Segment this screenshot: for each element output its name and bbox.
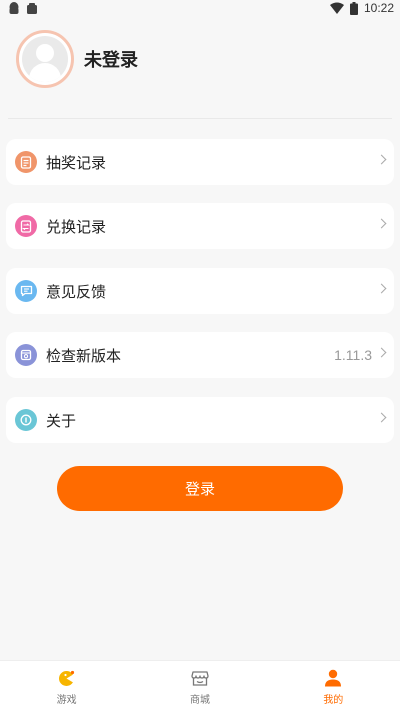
- profile-icon: [325, 669, 342, 687]
- version-check-icon: [15, 344, 37, 366]
- about-icon: [15, 409, 37, 431]
- tab-store[interactable]: 商城: [133, 661, 266, 710]
- qq-notification-icon: [9, 2, 19, 14]
- menu-item-label: 意见反馈: [46, 282, 107, 301]
- lottery-record-icon: [15, 151, 37, 173]
- login-button[interactable]: 登录: [57, 466, 343, 511]
- version-number: 1.11.3: [334, 347, 372, 363]
- menu-item-label: 关于: [46, 411, 77, 430]
- avatar-placeholder-icon: [22, 36, 68, 82]
- avatar[interactable]: [16, 30, 74, 88]
- store-icon: [191, 671, 209, 686]
- chevron-right-icon: [376, 347, 387, 358]
- tab-label: 我的: [323, 695, 344, 706]
- tab-label: 商城: [189, 695, 210, 706]
- menu-item-exchange-record[interactable]: 兑换记录: [6, 203, 394, 249]
- exchange-record-icon: [15, 215, 37, 237]
- menu-item-label: 检查新版本: [46, 346, 122, 365]
- menu-item-lottery-record[interactable]: 抽奖记录: [6, 139, 394, 185]
- divider: [8, 118, 392, 119]
- status-time: 10:22: [363, 1, 394, 15]
- status-bar: 10:22: [0, 0, 400, 18]
- chevron-right-icon: [376, 154, 387, 165]
- app-notification-icon: [27, 3, 37, 14]
- profile-name[interactable]: 未登录: [84, 46, 138, 72]
- tab-game[interactable]: 游戏: [0, 661, 133, 710]
- menu-item-check-version[interactable]: 检查新版本 1.11.3: [6, 332, 394, 378]
- menu-item-label: 抽奖记录: [46, 153, 107, 172]
- menu-item-feedback[interactable]: 意见反馈: [6, 268, 394, 314]
- menu-item-about[interactable]: 关于: [6, 397, 394, 443]
- tab-label: 游戏: [56, 695, 77, 706]
- feedback-icon: [15, 280, 37, 302]
- chevron-right-icon: [376, 218, 387, 229]
- wifi-icon: [329, 2, 344, 14]
- game-icon: [58, 670, 74, 686]
- status-notifications: [8, 2, 38, 15]
- chevron-right-icon: [376, 283, 387, 294]
- menu-item-label: 兑换记录: [46, 217, 107, 236]
- profile-header[interactable]: 未登录: [16, 30, 138, 88]
- bottom-tab-bar: 游戏 商城 我的: [0, 660, 400, 710]
- tab-profile[interactable]: 我的: [267, 661, 400, 710]
- chevron-right-icon: [376, 412, 387, 423]
- status-system: 10:22: [329, 1, 394, 15]
- battery-icon: [349, 1, 358, 15]
